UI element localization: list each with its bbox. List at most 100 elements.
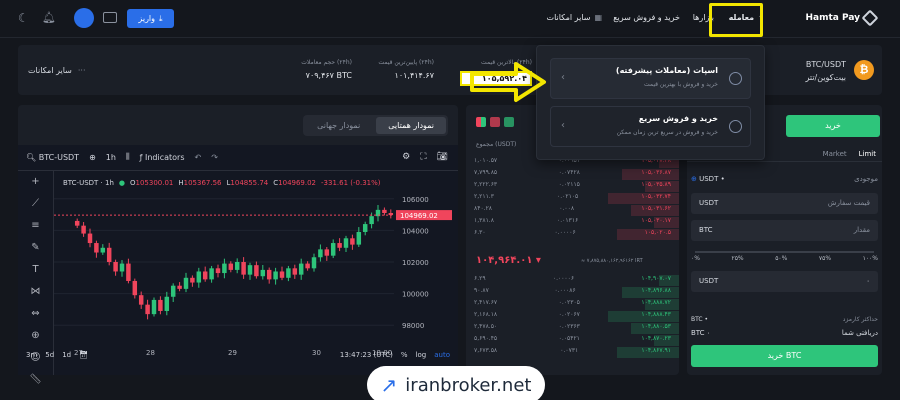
- down-arrow-icon: ▾: [535, 255, 541, 266]
- tab-peer-chart[interactable]: نمودار همتایی: [376, 117, 446, 134]
- percent-toggle[interactable]: %: [401, 351, 408, 359]
- indicators-button[interactable]: ƒ Indicators: [140, 153, 185, 162]
- book-row[interactable]: ۲,۲۲۲.۶۳ ۰.۰۲۱۱۵ ۱۰۵,۰۳۵.۸۹: [466, 181, 679, 193]
- auto-toggle[interactable]: auto: [434, 351, 450, 359]
- y-tick-label: 98000: [402, 322, 424, 330]
- candle-body: [100, 247, 106, 253]
- book-bids-icon[interactable]: [504, 117, 514, 127]
- dropdown-item-spot[interactable]: اسپات (معاملات پیشرفته) خرید و فروش با ب…: [550, 58, 751, 99]
- slider-tick: ۱۰۰%: [862, 255, 878, 262]
- candle-body: [170, 285, 176, 297]
- book-price: ۱۰۴,۸۸۸.۴۳: [641, 311, 671, 318]
- ruler-icon[interactable]: 📏︎: [18, 369, 53, 391]
- book-header-total: مجموع (USDT): [476, 141, 517, 148]
- max-fee-row: BTC • حداکثر کارمزد: [691, 316, 878, 323]
- tab-market[interactable]: Market: [823, 150, 847, 158]
- candle-body: [324, 249, 330, 256]
- candle-body: [177, 285, 182, 289]
- x-tick-label: 29: [228, 349, 237, 357]
- book-row[interactable]: ۷,۷۹۹.۸۵ ۰.۰۷۴۲۸ ۱۰۵,۰۳۶.۸۷: [466, 169, 679, 181]
- book-asks-icon[interactable]: [490, 117, 500, 127]
- tab-global-chart[interactable]: نمودار جهانی: [305, 117, 372, 134]
- tab-limit[interactable]: Limit: [859, 150, 876, 158]
- ticker-other[interactable]: سایر امکانات ···: [28, 66, 86, 75]
- dropdown-item-quick[interactable]: خرید و فروش سریع خرید و فروش در سریع تری…: [550, 106, 751, 147]
- book-row[interactable]: ۸۴۰.۲۸ ۰.۰۰۸ ۱۰۵,۰۳۱.۶۲: [466, 205, 679, 217]
- wallet-icon[interactable]: [103, 12, 117, 23]
- book-amount: ۰.۰۷۴۲۸: [558, 169, 580, 176]
- nav-quick[interactable]: خرید و فروش سریع: [613, 13, 680, 22]
- logo: Hamta Pay: [805, 9, 879, 27]
- book-row[interactable]: ۱,۳۸۱.۸ ۰.۰۱۳۱۶ ۱۰۵,۰۳۰.۱۷: [466, 217, 679, 229]
- settings-icon[interactable]: ⚙: [402, 152, 410, 162]
- book-amount: ۰.۰۵۴۲۱: [558, 335, 580, 342]
- dropdown-item-subtitle: خرید و فروش در سریع ترین زمان ممکن: [616, 129, 718, 136]
- trendline-icon[interactable]: ⟋: [18, 193, 53, 215]
- stat-value: ۷۰۹,۴۶۷ BTC: [305, 71, 352, 80]
- nav-other[interactable]: سایر امکانات ▦: [547, 13, 602, 22]
- book-total: ۶.۲۹: [474, 275, 486, 282]
- price-field[interactable]: USDT قیمت سفارش: [691, 193, 878, 214]
- trade-dropdown: اسپات (معاملات پیشرفته) خرید و فروش با ب…: [536, 45, 765, 160]
- add-symbol-icon[interactable]: ⊕: [89, 153, 96, 162]
- range-5d[interactable]: 5d: [45, 351, 54, 359]
- book-price: ۱۰۵,۰۳۱.۶۲: [641, 205, 671, 212]
- download-icon: ⤓: [159, 13, 163, 23]
- fullscreen-icon[interactable]: ⛶: [420, 152, 426, 162]
- bell-icon[interactable]: 🔔︎: [42, 11, 56, 24]
- tab-buy[interactable]: خرید: [786, 115, 880, 137]
- buy-submit-button[interactable]: خرید BTC: [691, 345, 878, 367]
- indicators-label: Indicators: [144, 152, 185, 162]
- crosshair-icon[interactable]: +: [18, 171, 53, 193]
- book-total: ۱,۰۱۰.۵۷: [474, 157, 498, 164]
- book-row[interactable]: ۲,۱۶۸.۱۸ ۰.۰۲۰۶۷ ۱۰۴,۸۸۸.۴۳: [466, 311, 679, 323]
- book-row[interactable]: ۹۰.۸۷ ۰.۰۰۰۸۶ ۱۰۴,۸۹۶.۸۸: [466, 287, 679, 299]
- zoom-icon[interactable]: ⊕: [18, 325, 53, 347]
- range-3m[interactable]: 3m: [26, 351, 37, 359]
- amount-field[interactable]: BTC مقدار: [691, 220, 878, 241]
- redo-icon[interactable]: ↷: [211, 153, 218, 162]
- pair-info[interactable]: BTC/USDT بیت‌کوین/تتر: [805, 60, 846, 82]
- percent-slider[interactable]: [695, 251, 874, 253]
- deposit-button[interactable]: واریز ⤓: [127, 9, 174, 28]
- book-row[interactable]: ۶.۲۹ ۰.۰۰۰۰۶ ۱۰۴,۹۰۷.۰۷: [466, 275, 679, 287]
- book-price: ۱۰۵,۰۳۵.۸۹: [641, 181, 671, 188]
- book-row[interactable]: ۲,۲۱۱.۳ ۰.۰۲۱۰۵ ۱۰۵,۰۳۲.۷۴: [466, 193, 679, 205]
- candle-body: [292, 268, 298, 275]
- fib-icon[interactable]: ≡: [18, 215, 53, 237]
- book-row[interactable]: ۷,۶۷۳.۵۸ ۰.۰۷۳۱ ۱۰۴,۸۶۷.۹۱: [466, 347, 679, 359]
- last-price: ۱۰۴,۹۶۴.۰۱ ▾: [476, 255, 541, 266]
- range-1d[interactable]: 1d: [62, 351, 71, 359]
- log-toggle[interactable]: log: [416, 351, 427, 359]
- candle-type-icon[interactable]: ⫼: [126, 152, 130, 162]
- candle-body: [126, 263, 131, 281]
- candle-body: [222, 263, 227, 274]
- book-row[interactable]: ۲,۴۱۷.۶۷ ۰.۰۲۳۰۵ ۱۰۴,۸۸۸.۷۲: [466, 299, 679, 311]
- x-tick-label: 30: [312, 349, 321, 357]
- avatar[interactable]: [74, 8, 94, 28]
- pattern-icon[interactable]: ⋈: [18, 281, 53, 303]
- add-funds-icon[interactable]: ⊕: [691, 175, 697, 183]
- clock-readout: 13:47:23 (UTC): [339, 351, 393, 359]
- brush-icon[interactable]: ✎: [18, 237, 53, 259]
- symbol-search[interactable]: 🔍︎ BTC-USDT: [26, 153, 79, 162]
- interval-button[interactable]: 1h: [106, 153, 116, 162]
- moon-icon[interactable]: ☾: [18, 11, 29, 25]
- bitcoin-icon: ₿: [854, 60, 874, 80]
- total-field[interactable]: USDT ۰: [691, 271, 878, 292]
- book-both-icon[interactable]: [476, 117, 486, 127]
- book-row[interactable]: ۶.۳۰ ۰.۰۰۰۰۶ ۱۰۵,۰۲۰.۵: [466, 229, 679, 241]
- slider-ticks: ۰% ۲۵% ۵۰% ۷۵% ۱۰۰%: [691, 255, 878, 262]
- candlestick-chart[interactable]: 10600010400010200010000098000104969.0227…: [54, 171, 458, 375]
- book-row[interactable]: ۵,۶۹۰.۴۵ ۰.۰۵۴۲۱ ۱۰۴,۸۷۰.۲۳: [466, 335, 679, 347]
- book-amount: ۰.۰۰۸: [559, 205, 575, 212]
- range-buttons: 3m 5d 1d 📅︎: [26, 351, 88, 359]
- book-amount: ۰.۰۷۳۱: [560, 347, 579, 354]
- text-icon[interactable]: T: [18, 259, 53, 281]
- undo-icon[interactable]: ↶: [195, 153, 202, 162]
- measure-icon[interactable]: ⇔: [18, 303, 53, 325]
- camera-icon[interactable]: 📷︎: [437, 152, 448, 162]
- book-row[interactable]: ۲,۴۷۸.۵۰ ۰.۰۲۳۶۳ ۱۰۴,۸۸۰.۵۳: [466, 323, 679, 335]
- calendar-icon[interactable]: 📅︎: [79, 351, 88, 359]
- candle-body: [273, 271, 278, 280]
